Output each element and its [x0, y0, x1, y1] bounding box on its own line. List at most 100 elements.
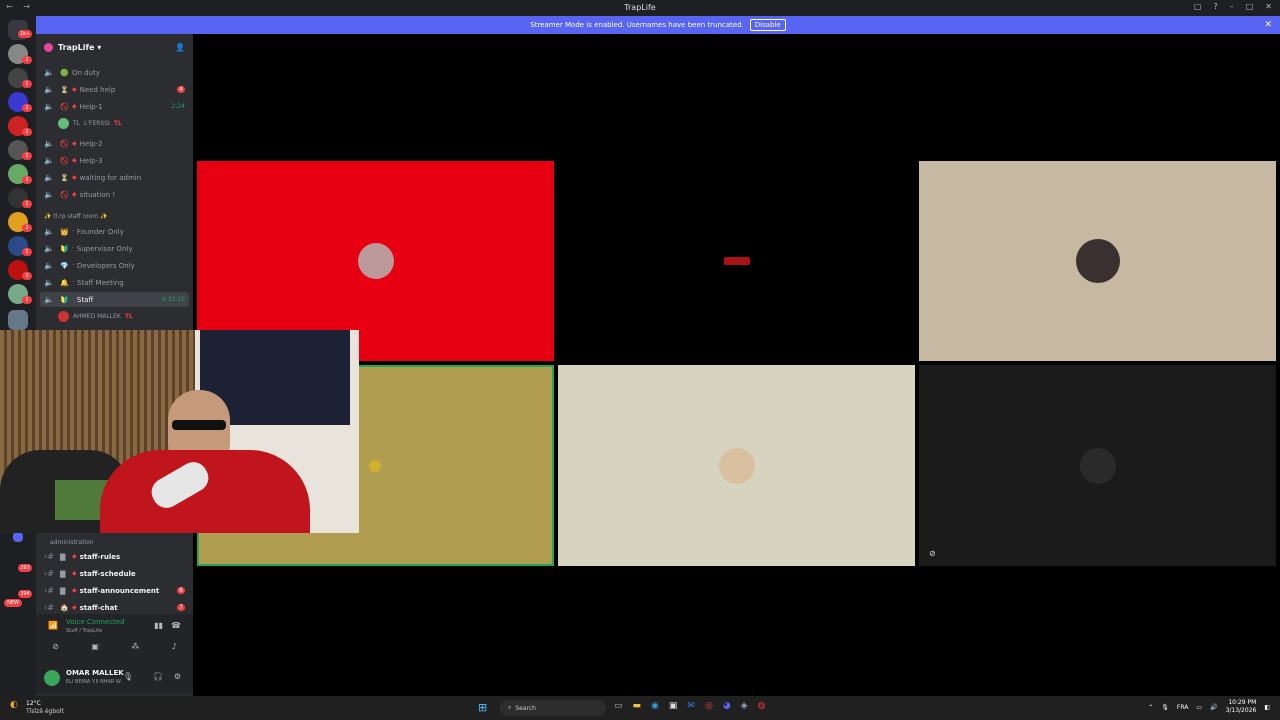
minimize-button[interactable]: –	[1230, 2, 1234, 11]
speaker-icon: 🔈	[44, 227, 54, 236]
voice-user[interactable]: AHMED MALLEK TL	[58, 309, 133, 323]
guild-badge: 394	[18, 590, 32, 598]
discord-icon[interactable]: ◕	[723, 701, 731, 711]
close-banner-icon[interactable]: ✕	[1264, 20, 1272, 30]
voice-channel[interactable]: 🔈 🚫 ◆ Help-3	[40, 153, 189, 168]
mic-tray-icon[interactable]: 🎙	[1161, 704, 1169, 711]
channel-name: Help-1	[79, 102, 103, 111]
disable-button[interactable]: Disable	[749, 19, 786, 31]
participant-avatar	[718, 447, 755, 484]
guild-badge: 2	[22, 56, 32, 64]
channel-name: staff-chat	[79, 603, 118, 612]
voice-channel[interactable]: 🔈 🚫 ◆ Help-2	[40, 136, 189, 151]
channel-name: Founder Only	[76, 227, 124, 236]
channel-name: Staff	[76, 295, 94, 304]
user-name: AHMED MALLEK	[73, 312, 121, 320]
video-tile[interactable]	[558, 365, 915, 566]
avatar	[58, 117, 69, 129]
channel-emoji: 🚫	[60, 156, 69, 165]
outlook-icon[interactable]: ✉	[687, 701, 695, 711]
store-icon[interactable]: ▣	[669, 701, 678, 711]
settings-gear-icon[interactable]: ⚙	[174, 672, 181, 681]
folder-icon[interactable]	[13, 532, 23, 542]
category-staff-room[interactable]: ✨ tl.rp staff room ✨	[44, 213, 108, 220]
voice-channel[interactable]: 🔈 🟢 On duty	[40, 65, 189, 80]
windows-start-icon[interactable]: ⊞	[478, 701, 487, 714]
maximize-button[interactable]: □	[1246, 2, 1254, 11]
channel-emoji: 🟢	[60, 68, 69, 77]
channel-name: Help-2	[79, 139, 103, 148]
voice-channel[interactable]: 🔈 ⏳ ◆ waiting for admin	[40, 170, 189, 185]
channel-timer: 2:24	[171, 103, 185, 110]
text-channel[interactable]: ›# ▇ ◆ staff-announcement 6	[40, 583, 189, 598]
voice-channel-active[interactable]: 🔈 🔰 · Staff 6:32:10	[40, 292, 189, 307]
signal-icon: 📶	[48, 621, 58, 630]
participant-avatar	[1079, 447, 1116, 484]
language-indicator[interactable]: FRA	[1177, 704, 1188, 711]
close-button[interactable]: ✕	[1265, 2, 1272, 11]
voice-actions: ⊘ ▣ ⁂ ♪	[36, 642, 193, 651]
window-title: TrapLife	[624, 3, 656, 12]
taskbar-search[interactable]: ⌕ Search	[500, 700, 606, 716]
activities-icon[interactable]: ⁂	[131, 642, 139, 651]
channel-emoji: 🔔	[60, 278, 69, 287]
voice-user[interactable]: TL L'FERSSI TL	[58, 116, 122, 130]
camera-off-icon[interactable]: ⊘	[52, 642, 59, 651]
text-channel[interactable]: ›# ▇ ◆ staff-rules	[40, 549, 189, 564]
video-tile[interactable]	[919, 161, 1276, 361]
volume-icon[interactable]: 🔊	[1210, 704, 1217, 711]
webcam-overlay	[0, 330, 359, 533]
voice-channel[interactable]: 🔈 🚫 ◆ Help-1 2:24	[40, 99, 189, 114]
channel-count: 4	[177, 86, 185, 93]
steam-icon[interactable]: ◈	[741, 701, 748, 711]
invite-icon[interactable]: 👤	[175, 43, 185, 52]
category-administration[interactable]: administration	[50, 539, 94, 546]
text-channel[interactable]: ›# ▇ ◆ staff-schedule	[40, 566, 189, 581]
noise-suppression-icon[interactable]: ▮▮	[154, 621, 163, 630]
inbox-icon[interactable]: ▢	[1194, 2, 1202, 11]
voice-channel[interactable]: 🔈 👑 · Founder Only	[40, 224, 189, 239]
headphones-icon[interactable]: 🎧	[153, 672, 163, 681]
voice-channel[interactable]: 🔈 💎 · Developers Only	[40, 258, 189, 273]
participant-avatar	[369, 459, 381, 472]
notification-icon[interactable]: ◧	[1264, 704, 1270, 711]
hash-icon: ›#	[44, 603, 54, 612]
streamer-mode-banner: Streamer Mode is enabled. Usernames have…	[36, 16, 1280, 34]
muted-icon: ⊘	[929, 549, 936, 558]
chevron-up-icon[interactable]: ⌃	[1148, 704, 1153, 711]
help-icon[interactable]: ?	[1213, 2, 1217, 11]
voice-channel-path[interactable]: Staff / TrapLife	[66, 628, 102, 634]
participant-avatar	[723, 257, 750, 265]
clock-time: 10:29 PM	[1228, 699, 1257, 706]
voice-channel[interactable]: 🔈 ⏳ ◆ Need help 4	[40, 82, 189, 97]
server-icon[interactable]	[8, 310, 28, 330]
text-channel[interactable]: ›# 🏠 ◆ staff-chat 7	[40, 600, 189, 615]
screen-share-icon[interactable]: ▣	[91, 642, 99, 651]
video-tile[interactable]	[558, 161, 915, 361]
voice-channel[interactable]: 🔈 🔰 · Supervisor Only	[40, 241, 189, 256]
user-name[interactable]: OMAR MALLEK	[66, 669, 124, 677]
guild-badge: 2	[22, 128, 32, 136]
file-explorer-icon[interactable]: ▬	[633, 701, 642, 711]
user-avatar[interactable]	[44, 670, 60, 686]
rockstar-icon[interactable]: ◍	[758, 701, 766, 711]
edge-icon[interactable]: ◉	[651, 701, 659, 711]
speaker-icon: 🔈	[44, 68, 54, 77]
clock[interactable]: 10:29 PM 3/13/2026	[1226, 699, 1257, 715]
weather-icon: ◐	[10, 700, 18, 710]
server-name: TrapLife ▾	[58, 43, 102, 52]
disconnect-icon[interactable]: ☎	[171, 621, 181, 630]
speaker-icon: 🔈	[44, 85, 54, 94]
task-view-icon[interactable]: ▭	[614, 701, 623, 711]
video-tile[interactable]: ⊘	[919, 365, 1276, 566]
chrome-icon[interactable]: ◎	[705, 701, 713, 711]
network-icon[interactable]: ▭	[1196, 704, 1202, 711]
soundboard-icon[interactable]: ♪	[172, 642, 177, 651]
channel-name: staff-schedule	[79, 569, 136, 578]
voice-channel[interactable]: 🔈 🔔 · Staff Meeting	[40, 275, 189, 290]
microphone-icon[interactable]: 🎙	[123, 672, 133, 681]
server-header[interactable]: TrapLife ▾ 👤	[36, 38, 193, 56]
voice-channel[interactable]: 🔈 🚫 ◆ situation !	[40, 187, 189, 202]
weather-widget[interactable]: ◐ 12°C Tîsîzâ égboît	[10, 700, 64, 715]
avatar	[58, 310, 69, 322]
